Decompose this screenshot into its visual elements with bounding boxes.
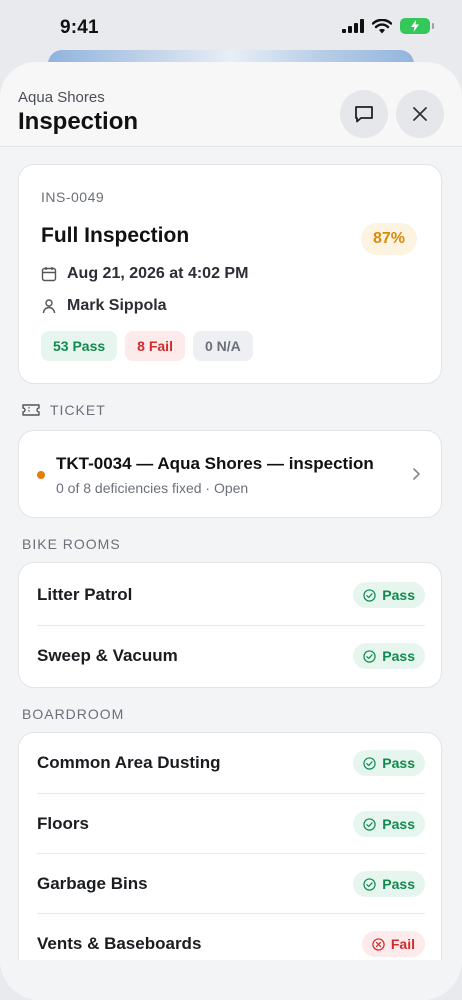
status-icons (342, 18, 434, 34)
status-pill-fail: Fail (361, 931, 425, 957)
checklist-row[interactable]: Litter Patrol Pass (37, 565, 425, 625)
ticket-status-dot (37, 471, 45, 479)
chevron-right-icon (413, 468, 420, 480)
section-card-bike-rooms: Litter Patrol Pass Sweep & Vacuum Pass (18, 562, 442, 688)
check-circle-icon (363, 756, 376, 770)
section-label-boardroom: BOARDROOM (22, 706, 125, 722)
checklist-row[interactable]: Sweep & Vacuum Pass (37, 625, 425, 686)
inspection-id: INS-0049 (41, 189, 105, 205)
checklist-row[interactable]: Common Area Dusting Pass (37, 733, 425, 793)
status-pill-pass: Pass (353, 750, 425, 776)
check-circle-icon (363, 877, 376, 891)
checklist-item-label: Garbage Bins (37, 874, 148, 893)
bottom-edge (0, 960, 462, 1000)
inspection-title: Full Inspection (41, 224, 190, 247)
inspection-date-row: Aug 21, 2026 at 4:02 PM (41, 265, 248, 283)
person-icon (42, 299, 56, 314)
status-bar: 9:41 (0, 0, 462, 56)
na-count-chip: 0 N/A (192, 331, 253, 361)
checklist-item-label: Common Area Dusting (37, 753, 221, 772)
status-pill-pass: Pass (353, 582, 425, 608)
status-text: Pass (382, 587, 415, 603)
wifi-icon (372, 18, 392, 33)
charging-bolt-icon (411, 20, 419, 32)
ticket-label-text: TICKET (50, 402, 106, 418)
property-name: Aqua Shores (18, 89, 105, 106)
ticket-subtitle: 0 of 8 deficiencies fixed · Open (56, 480, 249, 496)
close-button[interactable] (396, 90, 444, 138)
check-circle-icon (363, 588, 376, 602)
result-chips: 53 Pass 8 Fail 0 N/A (41, 331, 253, 361)
status-text: Pass (382, 876, 415, 892)
sheet-header: Aqua Shores Inspection (0, 62, 462, 147)
status-text: Pass (382, 816, 415, 832)
checklist-item-label: Floors (37, 814, 89, 833)
fail-count-chip: 8 Fail (125, 331, 185, 361)
ticket-card[interactable]: TKT-0034 — Aqua Shores — inspection 0 of… (18, 430, 442, 518)
inspection-summary-card: INS-0049 Full Inspection 87% Aug 21, 202… (18, 164, 442, 384)
check-circle-icon (363, 817, 376, 831)
status-text: Pass (382, 755, 415, 771)
checklist-item-label: Vents & Baseboards (37, 934, 202, 953)
check-circle-icon (363, 649, 376, 663)
status-text: Pass (382, 648, 415, 664)
signal-icon (342, 19, 364, 33)
x-circle-icon (372, 937, 385, 951)
calendar-icon (41, 267, 57, 282)
section-label-bike-rooms: BIKE ROOMS (22, 536, 121, 552)
checklist-row[interactable]: Floors Pass (37, 793, 425, 854)
inspector-name: Mark Sippola (67, 297, 167, 314)
status-pill-pass: Pass (353, 811, 425, 837)
inspection-date: Aug 21, 2026 at 4:02 PM (67, 265, 249, 282)
status-time: 9:41 (60, 17, 99, 38)
battery-icon (400, 18, 434, 34)
status-pill-pass: Pass (353, 643, 425, 669)
ticket-title: TKT-0034 — Aqua Shores — inspection (56, 454, 374, 473)
inspection-sheet: Aqua Shores Inspection INS-0049 Full Ins… (0, 62, 462, 1000)
page-title: Inspection (18, 108, 139, 135)
ticket-icon (22, 404, 40, 416)
score-badge: 87% (361, 223, 418, 255)
close-icon (413, 107, 427, 121)
ticket-section-label: TICKET (22, 402, 106, 418)
status-text: Fail (390, 936, 415, 952)
status-pill-pass: Pass (353, 871, 425, 897)
checklist-item-label: Litter Patrol (37, 585, 133, 604)
chat-icon (355, 106, 373, 123)
chat-button[interactable] (340, 90, 388, 138)
checklist-item-label: Sweep & Vacuum (37, 646, 178, 665)
checklist-row[interactable]: Garbage Bins Pass (37, 853, 425, 914)
pass-count-chip: 53 Pass (41, 331, 118, 361)
inspector-row: Mark Sippola (41, 297, 167, 315)
